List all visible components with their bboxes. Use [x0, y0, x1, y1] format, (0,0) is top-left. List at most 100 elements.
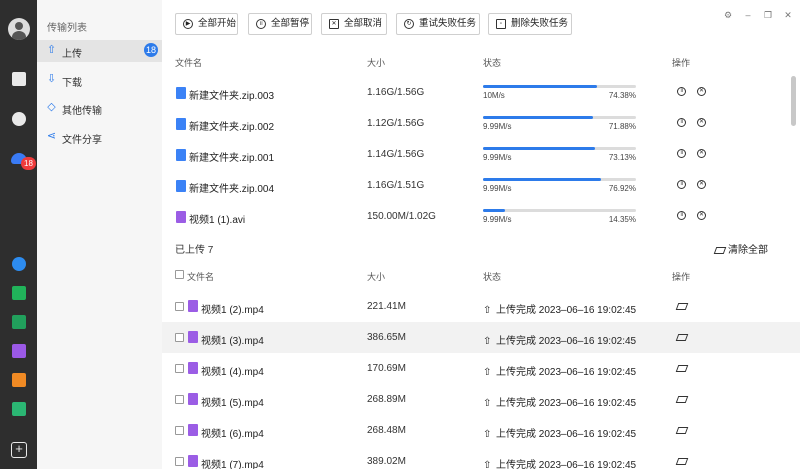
upload-icon: ⇧ [46, 44, 57, 56]
file-size: 1.16G/1.56G [367, 87, 425, 98]
cancel-task-icon[interactable]: ✕ [697, 211, 706, 220]
uploaded-file-row[interactable]: 视频1 (7).mp4 389.02M ⇧ 上传完成 2023–06–16 19:02… [162, 446, 800, 469]
pause-task-icon[interactable]: ॥ [677, 118, 686, 127]
nav-item-upload[interactable]: ⇧ 上传 18 [37, 40, 162, 62]
download-app-icon[interactable] [12, 373, 26, 387]
nav-item-label: 其他传输 [62, 106, 102, 117]
remove-record-icon[interactable] [675, 303, 689, 310]
upload-task-row[interactable]: 视频1 (1).avi 150.00M/1.02G 9.99M/s 14.35% ॥ ✕ [162, 201, 800, 232]
install-app-icon[interactable] [12, 402, 26, 416]
row-checkbox[interactable] [175, 457, 184, 466]
file-size: 1.14G/1.56G [367, 149, 425, 160]
nav-item-file-share[interactable]: ⋖ 文件分享 [37, 126, 162, 148]
avatar[interactable] [8, 18, 30, 40]
settings-icon[interactable]: ⚙ [723, 10, 733, 20]
pause-task-icon[interactable]: ॥ [677, 180, 686, 189]
upload-speed: 9.99M/s [483, 153, 512, 162]
maximize-icon[interactable]: ❐ [763, 10, 773, 20]
nav-item-label: 文件分享 [62, 135, 102, 146]
progress-bar [483, 85, 636, 88]
file-size: 1.16G/1.51G [367, 180, 425, 191]
remove-record-icon[interactable] [675, 365, 689, 372]
row-checkbox[interactable] [175, 302, 184, 311]
pause-task-icon[interactable]: ॥ [677, 87, 686, 96]
chat-icon[interactable] [12, 112, 26, 126]
col-header-size: 大小 [367, 272, 386, 282]
video-app-icon[interactable] [12, 344, 26, 358]
video-file-icon [188, 331, 198, 343]
file-name: 视频1 (2).mp4 [201, 305, 264, 316]
remove-record-icon[interactable] [675, 458, 689, 465]
pause-task-icon[interactable]: ॥ [677, 149, 686, 158]
row-checkbox[interactable] [175, 333, 184, 342]
transfer-nav: 传输列表 ⇧ 上传 18 ⇩ 下载 ◇ 其他传输 ⋖ 文件分享 [37, 0, 162, 469]
upload-status: ⇧ 上传完成 2023–06–16 19:02:45 [483, 301, 636, 316]
row-checkbox[interactable] [175, 395, 184, 404]
delete-failed-button[interactable]: ▫ 删除失败任务 [488, 13, 572, 35]
file-name: 新建文件夹.zip.002 [189, 122, 275, 133]
file-name: 视频1 (7).mp4 [201, 460, 264, 469]
progress-bar [483, 116, 636, 119]
upload-count-badge: 18 [144, 43, 158, 57]
add-app-icon[interactable]: + [11, 442, 27, 458]
uploaded-file-row[interactable]: 视频1 (2).mp4 221.41M ⇧ 上传完成 2023–06–16 19:02… [162, 291, 800, 322]
retry-failed-button[interactable]: ↻ 重试失败任务 [396, 13, 480, 35]
spreadsheet-app-icon[interactable] [12, 315, 26, 329]
download-icon: ⇩ [46, 73, 57, 85]
uploaded-file-row[interactable]: 视频1 (6).mp4 268.48M ⇧ 上传完成 2023–06–16 19:02… [162, 415, 800, 446]
select-all-checkbox[interactable] [175, 270, 184, 279]
file-size: 1.12G/1.56G [367, 118, 425, 129]
file-name: 视频1 (1).avi [189, 215, 246, 226]
files-icon[interactable] [12, 72, 26, 86]
uploaded-file-row[interactable]: 视频1 (5).mp4 268.89M ⇧ 上传完成 2023–06–16 19:02… [162, 384, 800, 415]
upload-task-row[interactable]: 新建文件夹.zip.003 1.16G/1.56G 10M/s 74.38% ॥ ✕ [162, 77, 800, 108]
remove-record-icon[interactable] [675, 396, 689, 403]
uploaded-file-row[interactable]: 视频1 (4).mp4 170.69M ⇧ 上传完成 2023–06–16 19:02… [162, 353, 800, 384]
video-file-icon [188, 455, 198, 467]
scrollbar[interactable] [791, 76, 796, 126]
cancel-all-button[interactable]: ✕ 全部取消 [321, 13, 387, 35]
archive-file-icon [176, 149, 186, 161]
button-label: 全部开始 [198, 18, 237, 29]
minimize-icon[interactable]: – [743, 10, 753, 20]
progress-percent: 74.38% [608, 91, 636, 100]
upload-status: ⇧ 上传完成 2023–06–16 19:02:45 [483, 456, 636, 469]
upload-task-row[interactable]: 新建文件夹.zip.002 1.12G/1.56G 9.99M/s 71.88% ॥ ✕ [162, 108, 800, 139]
play-icon: ▶ [183, 19, 193, 29]
status-text: 上传完成 [496, 429, 536, 440]
button-label: 全部取消 [344, 18, 383, 29]
transfer-count-badge: 18 [21, 157, 36, 170]
cancel-task-icon[interactable]: ✕ [697, 149, 706, 158]
col-header-status: 状态 [483, 58, 502, 68]
upload-task-row[interactable]: 新建文件夹.zip.001 1.14G/1.56G 9.99M/s 73.13% ॥ ✕ [162, 139, 800, 170]
nav-item-other-transfer[interactable]: ◇ 其他传输 [37, 97, 162, 119]
nav-item-label: 上传 [62, 49, 82, 60]
pause-all-button[interactable]: ॥ 全部暂停 [248, 13, 312, 35]
file-name: 视频1 (3).mp4 [201, 336, 264, 347]
remove-record-icon[interactable] [675, 427, 689, 434]
remove-record-icon[interactable] [675, 334, 689, 341]
button-label: 全部暂停 [271, 18, 310, 29]
row-checkbox[interactable] [175, 426, 184, 435]
status-text: 上传完成 [496, 460, 536, 469]
pause-task-icon[interactable]: ॥ [677, 211, 686, 220]
pause-icon: ॥ [256, 19, 266, 29]
diamond-icon: ◇ [47, 101, 56, 113]
cancel-task-icon[interactable]: ✕ [697, 87, 706, 96]
completed-time: 2023–06–16 19:02:45 [538, 336, 637, 347]
nav-item-download[interactable]: ⇩ 下载 [37, 69, 162, 91]
row-checkbox[interactable] [175, 364, 184, 373]
cancel-task-icon[interactable]: ✕ [697, 118, 706, 127]
document-app-icon[interactable] [12, 286, 26, 300]
archive-file-icon [176, 118, 186, 130]
start-all-button[interactable]: ▶ 全部开始 [175, 13, 238, 35]
upload-done-icon: ⇧ [483, 336, 492, 347]
uploaded-file-row[interactable]: 视频1 (3).mp4 386.65M ⇧ 上传完成 2023–06–16 19:02… [162, 322, 800, 353]
status-text: 上传完成 [496, 336, 536, 347]
close-icon[interactable]: ✕ [783, 10, 793, 20]
file-size: 268.48M [367, 425, 406, 436]
upload-task-row[interactable]: 新建文件夹.zip.004 1.16G/1.51G 9.99M/s 76.92% ॥ ✕ [162, 170, 800, 201]
cancel-task-icon[interactable]: ✕ [697, 180, 706, 189]
clear-all-button[interactable]: 清除全部 [713, 241, 768, 256]
music-app-icon[interactable] [12, 257, 26, 271]
